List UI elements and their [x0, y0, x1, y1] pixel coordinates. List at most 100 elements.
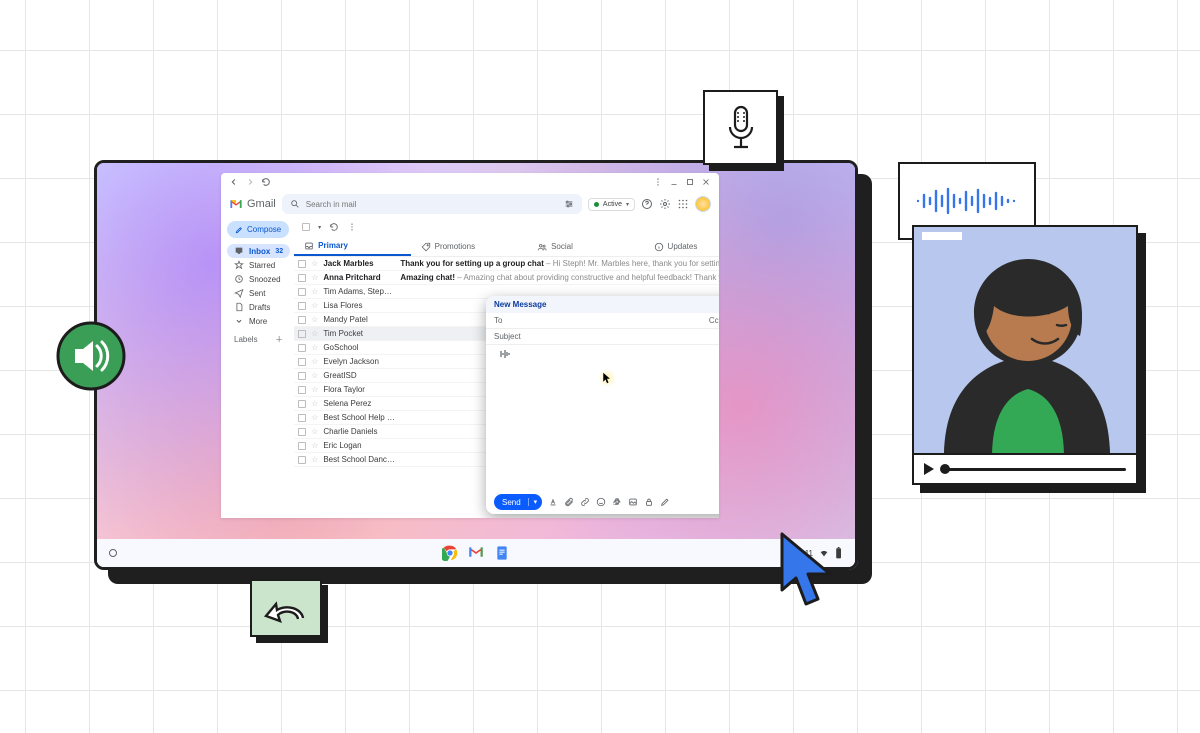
star-icon[interactable]: ☆: [311, 385, 318, 394]
apps-grid-icon[interactable]: [677, 198, 689, 210]
sidebar-item-count: 32: [275, 248, 283, 255]
tab-label: Social: [551, 242, 573, 251]
row-checkbox[interactable]: [298, 330, 306, 338]
gmail-app-icon[interactable]: [468, 545, 484, 561]
account-avatar[interactable]: [695, 196, 711, 212]
tab-promotions[interactable]: Promotions: [411, 237, 527, 256]
row-checkbox[interactable]: [298, 316, 306, 324]
chevron-down-icon[interactable]: ▾: [318, 224, 321, 231]
row-checkbox[interactable]: [298, 302, 306, 310]
star-icon[interactable]: ☆: [311, 441, 318, 450]
send-button[interactable]: Send ▾: [494, 494, 542, 510]
compose-button[interactable]: Compose: [227, 221, 289, 238]
row-checkbox[interactable]: [298, 400, 306, 408]
row-checkbox[interactable]: [298, 442, 306, 450]
compose-toolbar: Send ▾: [486, 490, 719, 514]
search-input[interactable]: [306, 200, 558, 209]
status-active-chip[interactable]: Active ▾: [588, 198, 635, 211]
search-bar[interactable]: [282, 194, 582, 214]
help-icon[interactable]: [641, 198, 653, 210]
search-icon: [290, 199, 300, 209]
row-checkbox[interactable]: [298, 414, 306, 422]
chrome-app-icon[interactable]: [442, 545, 458, 561]
sidebar-item-starred[interactable]: Starred: [227, 258, 290, 272]
forward-icon[interactable]: [245, 177, 255, 187]
emoji-icon[interactable]: [596, 497, 606, 507]
confidential-icon[interactable]: [644, 497, 654, 507]
sidebar-item-snoozed[interactable]: Snoozed: [227, 272, 290, 286]
star-icon[interactable]: ☆: [311, 399, 318, 408]
progress-thumb[interactable]: [940, 464, 950, 474]
star-icon[interactable]: ☆: [311, 287, 318, 296]
row-checkbox[interactable]: [298, 344, 306, 352]
star-icon[interactable]: ☆: [311, 329, 318, 338]
add-label-icon[interactable]: ＋: [275, 334, 283, 345]
kebab-icon[interactable]: [347, 222, 357, 232]
row-checkbox[interactable]: [298, 386, 306, 394]
link-icon[interactable]: [580, 497, 590, 507]
row-checkbox[interactable]: [298, 428, 306, 436]
row-checkbox[interactable]: [298, 274, 306, 282]
star-icon[interactable]: ☆: [311, 259, 318, 268]
compose-body[interactable]: [486, 345, 719, 490]
sidebar-item-label: Drafts: [249, 303, 270, 312]
inbox-icon: [234, 246, 244, 256]
row-checkbox[interactable]: [298, 358, 306, 366]
drive-icon[interactable]: [612, 497, 622, 507]
star-icon[interactable]: ☆: [311, 301, 318, 310]
row-checkbox[interactable]: [298, 260, 306, 268]
status-active-label: Active: [603, 201, 622, 208]
star-icon[interactable]: ☆: [311, 371, 318, 380]
star-icon[interactable]: ☆: [311, 427, 318, 436]
tab-social[interactable]: Social: [527, 237, 643, 256]
settings-icon[interactable]: [659, 198, 671, 210]
play-icon[interactable]: [924, 463, 934, 475]
star-icon[interactable]: ☆: [311, 273, 318, 282]
maximize-icon[interactable]: [685, 177, 695, 187]
attach-icon[interactable]: [564, 497, 574, 507]
tab-primary[interactable]: Primary: [294, 237, 410, 256]
progress-track[interactable]: [942, 468, 1126, 471]
star-icon[interactable]: ☆: [311, 413, 318, 422]
kebab-icon[interactable]: [653, 177, 663, 187]
row-checkbox[interactable]: [298, 288, 306, 296]
star-icon[interactable]: ☆: [311, 315, 318, 324]
mail-sender: Charlie Daniels: [323, 427, 395, 436]
row-checkbox[interactable]: [298, 456, 306, 464]
labels-header: Labels ＋: [227, 328, 290, 345]
mail-sender: Flora Taylor: [323, 385, 395, 394]
formatting-icon[interactable]: [548, 497, 558, 507]
star-icon[interactable]: ☆: [311, 357, 318, 366]
sidebar-item-sent[interactable]: Sent: [227, 286, 290, 300]
image-icon[interactable]: [628, 497, 638, 507]
inbox-icon: [304, 241, 314, 251]
cc-button[interactable]: Cc: [709, 316, 719, 325]
docs-app-icon[interactable]: [494, 545, 510, 561]
tab-updates[interactable]: Updates: [644, 237, 719, 256]
send-options-icon[interactable]: ▾: [528, 498, 543, 506]
signature-icon[interactable]: [660, 497, 670, 507]
mail-toolbar: ▾: [294, 217, 719, 237]
mail-row[interactable]: ☆Anna PritchardAmazing chat! – Amazing c…: [294, 271, 719, 285]
compose-header[interactable]: New Message − ↗ ✕: [486, 296, 719, 313]
row-checkbox[interactable]: [298, 372, 306, 380]
sidebar-item-inbox[interactable]: Inbox32: [227, 244, 290, 258]
sidebar-item-drafts[interactable]: Drafts: [227, 300, 290, 314]
star-icon[interactable]: ☆: [311, 455, 318, 464]
subject-field[interactable]: Subject: [486, 329, 719, 345]
close-icon[interactable]: [701, 177, 711, 187]
refresh-icon[interactable]: [329, 222, 339, 232]
minimize-compose-icon[interactable]: −: [718, 300, 719, 309]
mail-area: ▾ PrimaryPromotions Social Updates ☆Jack M…: [294, 217, 719, 518]
launcher-icon[interactable]: [109, 549, 117, 557]
mail-row[interactable]: ☆Jack MarblesThank you for setting up a …: [294, 257, 719, 271]
refresh-icon[interactable]: [261, 177, 271, 187]
mail-sender: GreatISD: [323, 371, 395, 380]
star-icon[interactable]: ☆: [311, 343, 318, 352]
select-all-checkbox[interactable]: [302, 223, 310, 231]
back-icon[interactable]: [229, 177, 239, 187]
tune-icon[interactable]: [564, 199, 574, 209]
sidebar-item-more[interactable]: More: [227, 314, 290, 328]
to-field[interactable]: To Cc Bcc: [486, 313, 719, 329]
minimize-icon[interactable]: [669, 177, 679, 187]
